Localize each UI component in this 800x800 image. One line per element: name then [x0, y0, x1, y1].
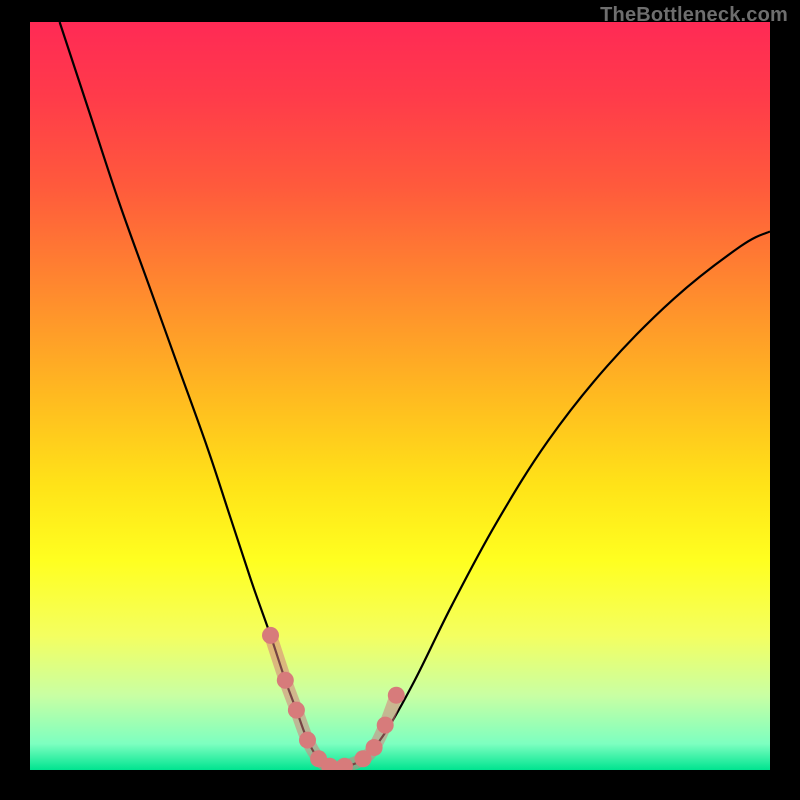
marker-point: [366, 739, 383, 756]
marker-point: [288, 702, 305, 719]
marker-point: [277, 672, 294, 689]
marker-point: [377, 717, 394, 734]
chart-svg: [30, 22, 770, 770]
marker-point: [299, 732, 316, 749]
plot-area: [30, 22, 770, 770]
gradient-background: [30, 22, 770, 770]
chart-bg: TheBottleneck.com: [0, 0, 800, 800]
marker-point: [388, 687, 405, 704]
marker-point: [262, 627, 279, 644]
